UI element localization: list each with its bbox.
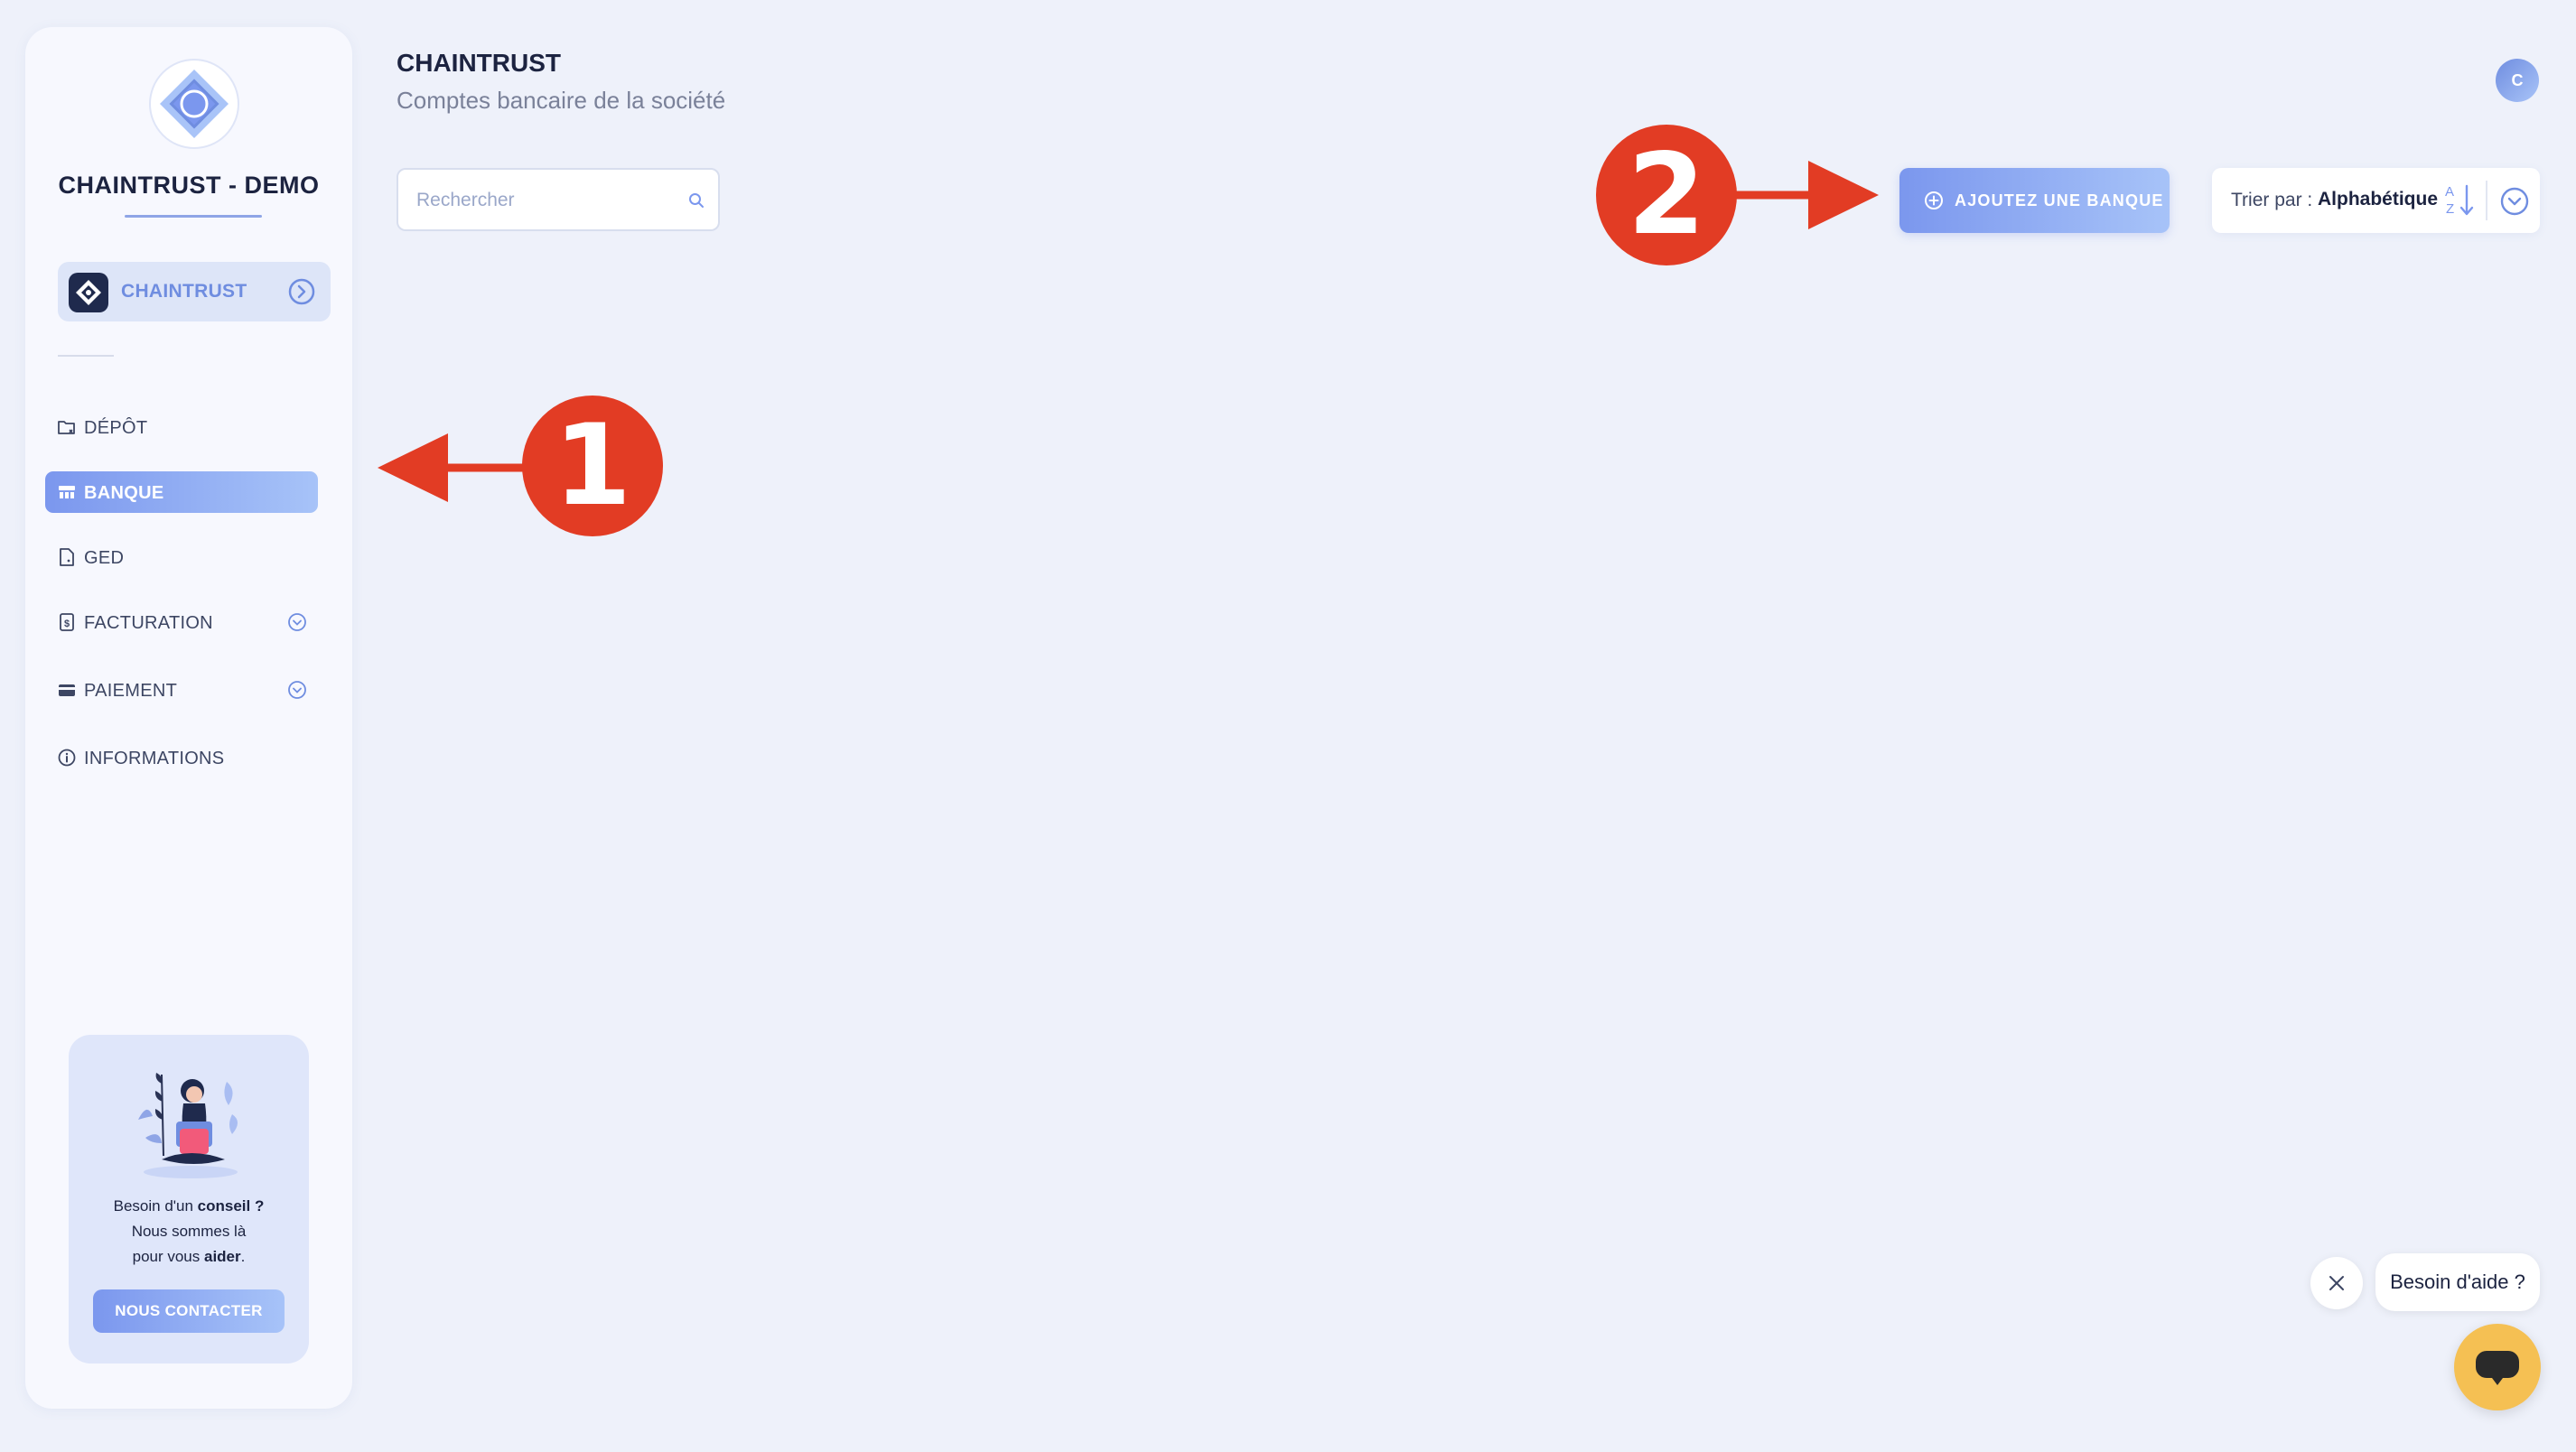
- sidebar-item-facturation[interactable]: $ FACTURATION: [45, 601, 318, 643]
- company-logo-icon: [160, 70, 229, 138]
- credit-card-icon: [59, 684, 75, 696]
- sort-value: Alphabétique: [2318, 189, 2439, 209]
- sidebar-item-depot[interactable]: DÉPÔT: [45, 406, 318, 448]
- annotation-marker-2: 2: [1596, 125, 1737, 265]
- info-icon: [58, 749, 76, 767]
- svg-text:A: A: [2445, 184, 2454, 200]
- organization-logo-icon: [76, 280, 101, 305]
- organization-avatar: [69, 273, 108, 312]
- sidebar: CHAINTRUST - DEMO CHAINTRUST DÉPÔT BANQU…: [25, 27, 352, 1409]
- plus-circle-icon: [1925, 191, 1943, 209]
- page-title: CHAINTRUST: [397, 49, 561, 77]
- organization-name: CHAINTRUST: [121, 281, 247, 302]
- company-name: CHAINTRUST - DEMO: [58, 172, 320, 199]
- chevron-down-icon[interactable]: [2499, 186, 2530, 217]
- sidebar-item-label: DÉPÔT: [84, 418, 148, 438]
- svg-text:$: $: [64, 619, 70, 629]
- sort-alphabetical-icon[interactable]: A Z: [2443, 182, 2478, 219]
- annotation-arrow-right: [1730, 161, 1879, 229]
- chat-prompt-bubble[interactable]: Besoin d'aide ?: [2375, 1253, 2540, 1311]
- bank-icon: [59, 486, 75, 498]
- help-card-text: Besoin d'un conseil ? Nous sommes là pou…: [113, 1197, 265, 1265]
- sort-divider: [2486, 181, 2487, 220]
- contact-us-button[interactable]: NOUS CONTACTER: [93, 1289, 285, 1333]
- chevron-down-icon[interactable]: [287, 680, 307, 700]
- page-subtitle: Comptes bancaire de la société: [397, 87, 726, 114]
- chevron-down-icon[interactable]: [287, 612, 307, 632]
- sidebar-item-label: INFORMATIONS: [84, 749, 225, 768]
- sort-label: Trier par :: [2231, 190, 2313, 210]
- add-bank-button[interactable]: AJOUTEZ UNE BANQUE: [1899, 168, 2170, 233]
- user-avatar[interactable]: C: [2496, 59, 2539, 102]
- company-logo: [149, 59, 239, 149]
- invoice-icon: $: [60, 613, 74, 631]
- sidebar-item-banque[interactable]: BANQUE: [45, 471, 318, 513]
- sidebar-item-label: PAIEMENT: [84, 681, 178, 701]
- close-icon: [2329, 1276, 2344, 1290]
- svg-text:Z: Z: [2446, 201, 2454, 217]
- sidebar-item-label: GED: [84, 548, 125, 568]
- search-input[interactable]: [415, 186, 671, 215]
- help-card: Besoin d'un conseil ? Nous sommes là pou…: [69, 1035, 309, 1364]
- chat-launcher-button[interactable]: [2454, 1324, 2541, 1410]
- annotation-arrow-left: [378, 433, 531, 502]
- annotation-marker-1: 1: [522, 396, 663, 536]
- search-field[interactable]: [397, 168, 720, 231]
- sidebar-item-label: FACTURATION: [84, 613, 213, 633]
- sidebar-divider: [58, 355, 114, 357]
- sort-select[interactable]: Trier par : Alphabétique A Z: [2212, 168, 2540, 233]
- meditating-person-illustration: [138, 1073, 238, 1178]
- sidebar-item-informations[interactable]: INFORMATIONS: [45, 737, 318, 778]
- add-bank-button-label: AJOUTEZ UNE BANQUE: [1955, 191, 2164, 209]
- organization-switcher[interactable]: CHAINTRUST: [58, 262, 331, 321]
- chat-icon: [2476, 1351, 2519, 1385]
- chevron-right-icon[interactable]: [287, 277, 316, 306]
- chat-close-button[interactable]: [2310, 1257, 2363, 1309]
- document-icon: [60, 548, 74, 566]
- sidebar-item-paiement[interactable]: PAIEMENT: [45, 669, 318, 711]
- sidebar-item-ged[interactable]: GED: [45, 536, 318, 578]
- sidebar-item-label: BANQUE: [84, 483, 164, 503]
- folder-icon: [58, 421, 75, 434]
- company-name-underline: [125, 215, 262, 218]
- search-icon[interactable]: [687, 191, 705, 209]
